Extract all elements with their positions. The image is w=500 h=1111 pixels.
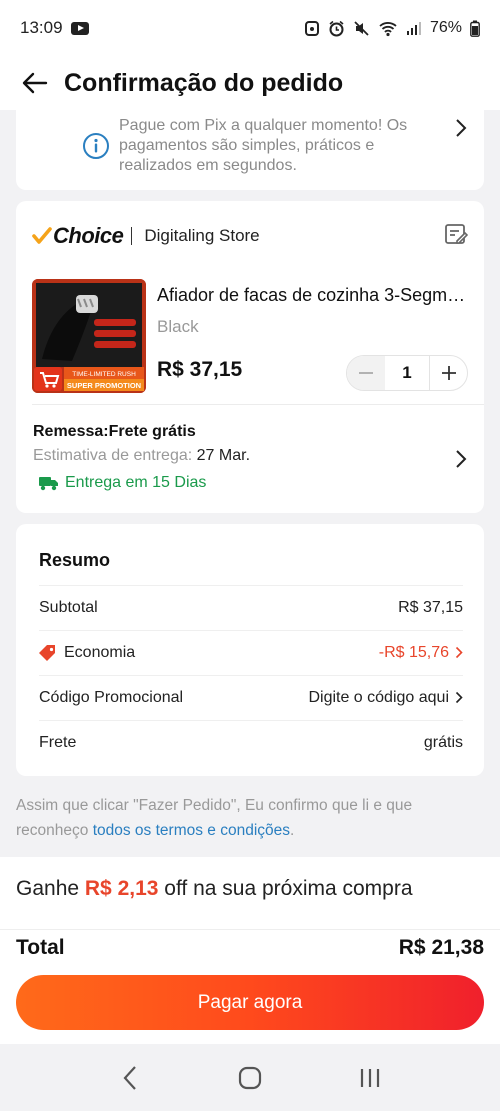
divider (0, 929, 500, 930)
status-icons: 76% (304, 19, 480, 37)
youtube-notification-icon (70, 21, 89, 35)
summary-row-subtotal: Subtotal R$ 37,15 (39, 585, 463, 629)
shipping-label: Frete (39, 733, 77, 751)
battery-percent: 76% (429, 19, 462, 36)
store-row[interactable]: Choice Digitaling Store (32, 221, 260, 251)
summary-row-shipping: Frete grátis (39, 720, 463, 764)
nav-recents-button[interactable] (350, 1058, 390, 1098)
choice-label: Choice (53, 223, 124, 248)
subtotal-value: R$ 37,15 (398, 598, 463, 616)
reward-message: Ganhe R$ 2,13 off na sua próxima compra (16, 877, 413, 901)
delivery-badge: Entrega em 15 Dias (38, 474, 206, 492)
total-value: R$ 21,38 (398, 936, 484, 959)
status-time: 13:09 (20, 18, 63, 37)
pix-info-card[interactable]: Pague com Pix a qualquer momento! Os pag… (16, 104, 484, 190)
quantity-decrease-button[interactable] (347, 356, 385, 390)
economia-value: -R$ 15,76 (379, 644, 463, 662)
economia-label: Economia (64, 643, 136, 661)
reward-amount: R$ 2,13 (84, 877, 159, 900)
product-title[interactable]: Afiador de facas de cozinha 3-Segmentos (157, 285, 469, 306)
pix-info-text: Pague com Pix a qualquer momento! Os pag… (119, 117, 408, 174)
shipping-value: grátis (423, 733, 463, 751)
back-arrow-icon (22, 72, 48, 94)
summary-row-economia[interactable]: Economia -R$ 15,76 (39, 630, 463, 674)
truck-icon (39, 477, 58, 491)
product-price: R$ 37,15 (157, 358, 243, 381)
reward-suffix: off na sua próxima compra (158, 877, 413, 900)
header: Confirmação do pedido (0, 56, 500, 110)
signal-icon (406, 22, 421, 35)
delivery-estimate[interactable]: Estimativa de entrega: 27 Mar. (33, 447, 250, 465)
page-title: Confirmação do pedido (64, 68, 344, 97)
info-icon (83, 133, 109, 159)
discount-tag-icon (39, 644, 55, 661)
delivery-label: Estimativa de entrega: (33, 447, 193, 464)
nav-home-button[interactable] (230, 1058, 270, 1098)
knife-sharpener-image: TIME-LIMITED RUSH SUPER PROMOTION (32, 279, 146, 393)
thumb-promo: SUPER PROMOTION (67, 381, 141, 390)
chevron-right-icon (455, 691, 463, 704)
shipping-method: Remessa:Frete grátis (33, 423, 196, 440)
promo-code-value: Digite o código aqui (308, 689, 463, 707)
total-label: Total (16, 936, 65, 959)
nav-back-icon (123, 1065, 136, 1090)
choice-check-icon (32, 227, 52, 244)
nav-home-icon (238, 1066, 262, 1089)
minus-icon (359, 372, 373, 374)
product-card: Choice Digitaling Store TIME-LIMITED RUS… (16, 201, 484, 513)
store-name[interactable]: Digitaling Store (144, 226, 259, 246)
battery-icon (470, 20, 480, 37)
divider (131, 227, 133, 245)
product-image[interactable]: TIME-LIMITED RUSH SUPER PROMOTION (32, 279, 146, 393)
wifi-icon (379, 21, 397, 36)
choice-logo: Choice (32, 223, 124, 249)
promo-code-placeholder: Digite o código aqui (308, 688, 449, 706)
delivery-date: 27 Mar. (196, 447, 251, 464)
chevron-right-icon (456, 119, 467, 137)
system-nav-bar (0, 1044, 500, 1111)
quantity-stepper: 1 (346, 355, 468, 391)
terms-text: Assim que clicar "Fazer Pedido", Eu conf… (16, 793, 476, 843)
chevron-right-icon (455, 646, 463, 659)
chevron-right-icon[interactable] (454, 449, 468, 469)
nav-back-button[interactable] (110, 1058, 150, 1098)
delivery-badge-text: Entrega em 15 Dias (65, 474, 207, 491)
plus-icon (441, 366, 456, 380)
checkout-panel: Ganhe R$ 2,13 off na sua próxima compra … (0, 857, 500, 1044)
back-button[interactable] (20, 68, 50, 98)
promo-code-label: Código Promocional (39, 688, 184, 706)
edit-note-icon[interactable] (444, 222, 468, 246)
mute-icon (354, 20, 369, 36)
pay-now-button[interactable]: Pagar agora (16, 975, 484, 1030)
summary-title: Resumo (39, 550, 111, 570)
quantity-increase-button[interactable] (429, 356, 467, 390)
terms-suffix: . (290, 822, 295, 839)
terms-link[interactable]: todos os termos e condições (93, 822, 290, 839)
divider (32, 404, 484, 405)
subtotal-label: Subtotal (39, 598, 98, 616)
economia-amount: -R$ 15,76 (378, 643, 449, 661)
summary-row-promo-code[interactable]: Código Promocional Digite o código aqui (39, 675, 463, 719)
summary-card: Resumo Subtotal R$ 37,15 Economia -R$ 15… (16, 524, 484, 776)
status-bar: 13:09 76% (0, 0, 500, 56)
ai-assistant-icon (304, 20, 319, 36)
quantity-value[interactable]: 1 (385, 363, 429, 383)
product-variant: Black (157, 317, 199, 336)
reward-prefix: Ganhe (16, 877, 85, 900)
alarm-icon (329, 20, 344, 36)
thumb-banner: TIME-LIMITED RUSH (72, 371, 136, 378)
nav-recents-icon (360, 1068, 380, 1087)
